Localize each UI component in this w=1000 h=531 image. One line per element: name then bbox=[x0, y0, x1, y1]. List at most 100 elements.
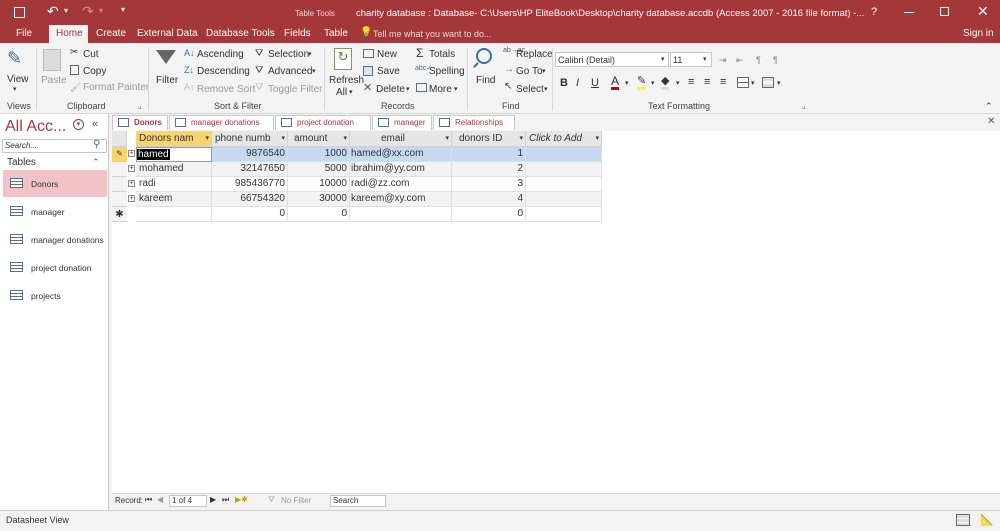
cell-amount[interactable]: 30000 bbox=[288, 192, 350, 207]
redo-icon[interactable]: ↷ bbox=[82, 3, 94, 20]
section-collapse-icon[interactable]: ⌃ bbox=[92, 157, 100, 168]
fill-color-dropdown-icon[interactable]: ▾ bbox=[676, 79, 680, 87]
remove-sort-button[interactable]: Remove Sort bbox=[197, 84, 255, 95]
tell-me-input[interactable]: Tell me what you want to do... bbox=[373, 29, 492, 39]
search-icon[interactable]: ⚲ bbox=[93, 139, 100, 150]
filter-button[interactable]: Filter bbox=[156, 75, 178, 86]
save-record-button[interactable]: Save bbox=[377, 66, 400, 77]
design-view-icon[interactable]: 📐 bbox=[980, 513, 994, 526]
nav-item-manager-donations[interactable]: manager donations bbox=[3, 226, 107, 253]
cut-button[interactable]: Cut bbox=[83, 49, 99, 60]
record-selector[interactable] bbox=[112, 192, 127, 207]
advanced-dropdown-icon[interactable]: ▾ bbox=[312, 67, 316, 75]
go-to-dropdown-icon[interactable]: ▾ bbox=[542, 67, 546, 75]
doc-tab-manager[interactable]: manager bbox=[372, 115, 432, 130]
text-formatting-launcher-icon[interactable]: ⌟ bbox=[802, 102, 805, 110]
italic-button[interactable]: I bbox=[576, 77, 579, 89]
align-right-icon[interactable]: ≡ bbox=[720, 76, 726, 88]
underline-button[interactable]: U bbox=[591, 77, 599, 89]
tab-database-tools[interactable]: Database Tools bbox=[206, 28, 275, 39]
cell-email[interactable] bbox=[350, 207, 452, 222]
previous-record-button[interactable]: ◀ bbox=[157, 495, 163, 504]
cell-email[interactable]: kareem@xy.com bbox=[350, 192, 452, 207]
selection-dropdown-icon[interactable]: ▾ bbox=[308, 50, 312, 58]
cell-amount[interactable]: 1000 bbox=[288, 147, 350, 162]
ascending-button[interactable]: Ascending bbox=[197, 49, 244, 60]
cell-id[interactable]: 2 bbox=[452, 162, 526, 177]
paste-button[interactable]: Paste bbox=[41, 75, 67, 86]
column-sort-dropdown-icon[interactable]: ▾ bbox=[445, 134, 449, 142]
expand-subdatasheet-icon[interactable]: + bbox=[128, 180, 135, 187]
record-selector[interactable]: ✎ bbox=[112, 147, 127, 162]
column-header-donors-id[interactable]: donors ID ▾ bbox=[452, 131, 526, 147]
cell-phone[interactable]: 985436770 bbox=[212, 177, 288, 192]
cell-empty[interactable] bbox=[526, 207, 602, 222]
align-left-icon[interactable]: ≡ bbox=[688, 76, 694, 88]
cell-amount[interactable]: 5000 bbox=[288, 162, 350, 177]
cell-email[interactable]: ibrahim@yy.com bbox=[350, 162, 452, 177]
cell-phone[interactable]: 66754320 bbox=[212, 192, 288, 207]
replace-button[interactable]: Replace bbox=[516, 49, 553, 60]
alt-row-color-dropdown-icon[interactable]: ▾ bbox=[777, 79, 781, 87]
font-color-dropdown-icon[interactable]: ▾ bbox=[625, 79, 629, 87]
expand-subdatasheet-icon[interactable]: + bbox=[128, 195, 135, 202]
new-blank-record-button[interactable]: ▶✱ bbox=[235, 495, 248, 504]
cell-email[interactable]: radi@zz.com bbox=[350, 177, 452, 192]
no-filter-button[interactable]: No Filter bbox=[281, 496, 311, 505]
go-to-button[interactable]: Go To bbox=[516, 66, 543, 77]
undo-icon[interactable]: ↶ bbox=[47, 3, 59, 20]
format-painter-button[interactable]: Format Painter bbox=[83, 82, 149, 93]
nav-section-header[interactable]: Tables bbox=[7, 157, 36, 168]
select-button[interactable]: Select bbox=[516, 84, 544, 95]
cell-id[interactable]: 1 bbox=[452, 147, 526, 162]
gridlines-icon[interactable] bbox=[737, 77, 749, 88]
new-record-button[interactable]: New bbox=[377, 49, 397, 60]
tab-external-data[interactable]: External Data bbox=[137, 28, 198, 39]
column-sort-dropdown-icon[interactable]: ▾ bbox=[595, 134, 599, 142]
select-dropdown-icon[interactable]: ▾ bbox=[544, 85, 548, 93]
column-header-click-to-add[interactable]: Click to Add ▾ bbox=[526, 131, 602, 147]
refresh-all-button[interactable]: Refresh bbox=[329, 75, 364, 86]
customize-toolbar-icon[interactable]: ▾ bbox=[121, 5, 125, 14]
select-all-corner[interactable] bbox=[112, 131, 127, 147]
increase-indent-icon[interactable]: ⇥ bbox=[719, 55, 727, 66]
refresh-dropdown-icon[interactable]: ▾ bbox=[349, 88, 353, 96]
record-search-input[interactable]: Search bbox=[330, 495, 386, 507]
cell-phone[interactable]: 0 bbox=[212, 207, 288, 222]
view-button[interactable]: View bbox=[7, 74, 29, 85]
column-sort-dropdown-icon[interactable]: ▾ bbox=[343, 134, 347, 142]
bold-button[interactable]: B bbox=[560, 77, 568, 89]
expand-subdatasheet-icon[interactable]: + bbox=[128, 165, 135, 172]
doc-tab-donors[interactable]: Donors bbox=[112, 115, 168, 130]
cell-phone[interactable]: 9876540 bbox=[212, 147, 288, 162]
ltr-icon[interactable]: ¶ bbox=[756, 55, 761, 65]
cell-empty[interactable] bbox=[526, 162, 602, 177]
nav-title[interactable]: All Acc... bbox=[5, 118, 66, 136]
nav-item-project-donation[interactable]: project donation bbox=[3, 254, 107, 281]
first-record-button[interactable]: ⏮ bbox=[145, 495, 152, 505]
toggle-filter-button[interactable]: Toggle Filter bbox=[268, 84, 322, 95]
cell-id[interactable]: 3 bbox=[452, 177, 526, 192]
cell-name[interactable]: radi bbox=[136, 177, 212, 192]
shutter-bar-close-icon[interactable]: « bbox=[92, 118, 98, 130]
align-center-icon[interactable]: ≡ bbox=[704, 76, 710, 88]
more-dropdown-icon[interactable]: ▾ bbox=[454, 85, 458, 93]
column-header-amount[interactable]: amount ▾ bbox=[288, 131, 350, 147]
save-icon[interactable] bbox=[14, 7, 25, 18]
nav-item-manager[interactable]: manager bbox=[3, 198, 107, 225]
cell-name[interactable]: hamed bbox=[136, 147, 212, 162]
descending-button[interactable]: Descending bbox=[197, 66, 250, 77]
fill-color-icon[interactable]: ◆ bbox=[661, 75, 670, 90]
cell-id[interactable]: 4 bbox=[452, 192, 526, 207]
cell-email[interactable]: hamed@xx.com bbox=[350, 147, 452, 162]
nav-menu-dropdown-icon[interactable]: ▾ bbox=[73, 119, 84, 130]
sign-in-link[interactable]: Sign in bbox=[963, 28, 994, 39]
alt-row-color-icon[interactable] bbox=[762, 77, 774, 88]
doc-tab-project-donation[interactable]: project donation bbox=[275, 115, 371, 130]
nav-item-projects[interactable]: projects bbox=[3, 282, 107, 309]
collapse-ribbon-icon[interactable]: ⌃ bbox=[985, 101, 993, 112]
doc-tab-relationships[interactable]: Relationships bbox=[433, 115, 515, 130]
new-record-selector[interactable]: ✱ bbox=[112, 207, 127, 222]
cell-empty[interactable] bbox=[526, 192, 602, 207]
cell-name[interactable] bbox=[136, 207, 212, 222]
